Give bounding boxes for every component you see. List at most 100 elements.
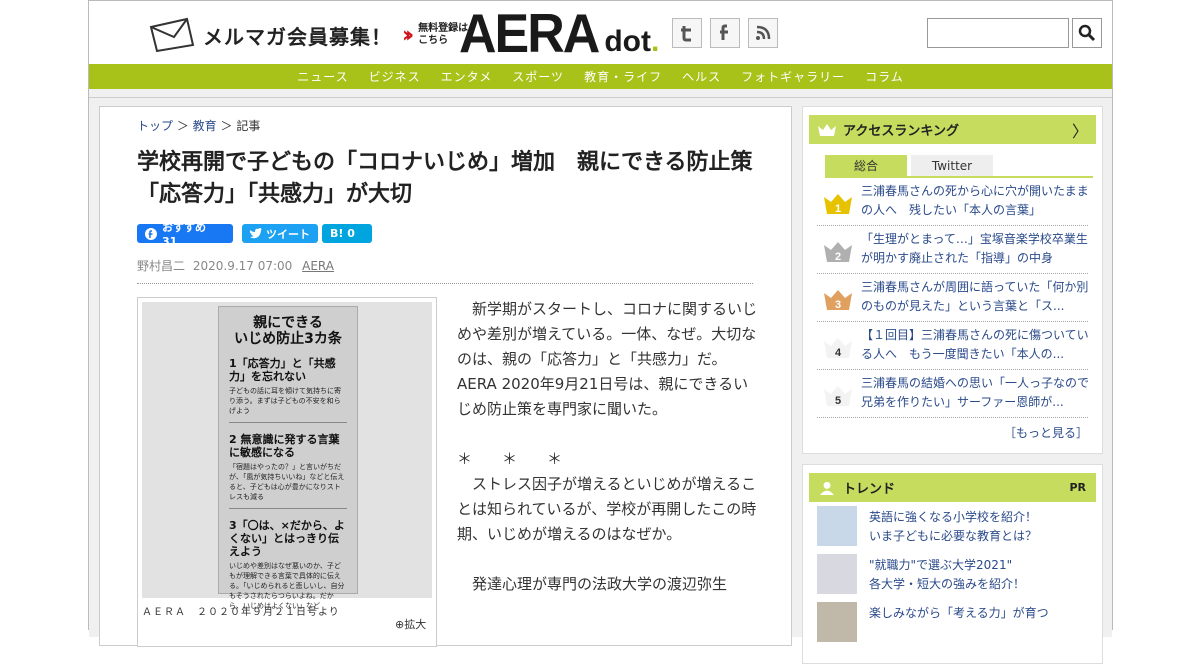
pr-badge: PR bbox=[1069, 481, 1086, 494]
facebook-recommend-button[interactable]: おすすめ 31 bbox=[137, 221, 233, 248]
trend-line2: いま子どもに必要な教育とは？ bbox=[869, 529, 1038, 543]
person-icon bbox=[820, 481, 834, 495]
rank-number: 2 bbox=[835, 251, 841, 263]
ranking-item-3[interactable]: 3 三浦春馬さんが周囲に語っていた「何か別のものが見えた」という言葉と「ス... bbox=[817, 274, 1088, 322]
crown-outline-icon: 5 bbox=[824, 386, 852, 407]
nav-news[interactable]: ニュース bbox=[287, 68, 358, 85]
trend-line1: "就職力"で選ぶ大学2021" bbox=[869, 558, 1013, 572]
facebook-icon[interactable] bbox=[710, 18, 740, 48]
paragraph: ＊ ＊ ＊ bbox=[457, 450, 563, 468]
breadcrumb-education[interactable]: 教育 bbox=[193, 119, 217, 133]
trend-panel: トレンド PR 英語に強くなる小学校を紹介！ いま子どもに必要な教育とは？ "就… bbox=[802, 464, 1103, 664]
trend-header: トレンド PR bbox=[809, 473, 1096, 502]
card-heading: 親にできる いじめ防止3カ条 bbox=[229, 315, 347, 347]
site-header: メルマガ会員募集！ ›› 無料登録は こちら AERA dot. bbox=[89, 1, 1112, 64]
ranking-item-text: 三浦春馬さんの死から心に穴が開いたままの人へ 残したい「本人の言葉」 bbox=[861, 184, 1089, 217]
silver-crown-icon: 2 bbox=[824, 242, 852, 263]
nav-entertainment[interactable]: エンタメ bbox=[431, 68, 503, 85]
chevron-right-icon: 〉 bbox=[1071, 121, 1088, 141]
card-item-title: 3「〇は、×だから、よくない」とはっきり伝えよう bbox=[229, 519, 345, 558]
paragraph bbox=[457, 422, 757, 447]
envelope-icon bbox=[149, 17, 195, 53]
card-item-3: 3「〇は、×だから、よくない」とはっきり伝えよう いじめや差別はなぜ悪いのか、子… bbox=[229, 519, 347, 611]
rank-number: 3 bbox=[835, 299, 841, 311]
logo-dot-text: dot bbox=[604, 25, 651, 58]
breadcrumb-sep-icon: ＞ bbox=[216, 119, 237, 133]
hatena-bookmark-button[interactable]: B! 0 bbox=[322, 224, 372, 243]
more-link[interactable]: ［もっと見る］ bbox=[809, 418, 1096, 441]
nav-photo-gallery[interactable]: フォトギャラリー bbox=[731, 68, 855, 85]
article-image[interactable]: 親にできる いじめ防止3カ条 1「応答力」と「共感力」を忘れない 子どもの話に耳… bbox=[142, 302, 432, 610]
nav-business[interactable]: ビジネス bbox=[359, 68, 431, 85]
ranking-item-4[interactable]: 4 【１回目】三浦春馬さんの死に傷ついている人へ もう一度聞きたい「本人の... bbox=[817, 322, 1089, 370]
rss-glyph-icon bbox=[756, 25, 771, 40]
nav-education-life[interactable]: 教育・ライフ bbox=[574, 68, 672, 85]
gold-crown-icon: 1 bbox=[824, 194, 852, 215]
tab-all[interactable]: 総合 bbox=[825, 155, 907, 176]
ranking-item-text: 【１回目】三浦春馬さんの死に傷ついている人へ もう一度聞きたい「本人の... bbox=[861, 328, 1089, 361]
rss-icon[interactable] bbox=[748, 18, 778, 48]
zoom-icon: ⊕ bbox=[395, 618, 405, 631]
paragraph: 発達心理が専門の法政大学の渡辺弥生 bbox=[457, 575, 728, 593]
site-logo[interactable]: AERA dot. bbox=[459, 3, 659, 65]
logo-dot: dot. bbox=[604, 25, 659, 59]
search-icon bbox=[1078, 24, 1096, 42]
sidebar: アクセスランキング 〉 総合 Twitter 1 三浦春馬さんの死から心に穴が開… bbox=[802, 106, 1103, 664]
trend-item-3[interactable]: 楽しみながら「考える力」が育つ bbox=[817, 598, 1096, 646]
hatena-bookmark-label: B! 0 bbox=[330, 227, 355, 240]
facebook-glyph-icon bbox=[720, 24, 728, 40]
logo-aera: AERA bbox=[459, 3, 600, 65]
bronze-crown-icon: 3 bbox=[824, 290, 852, 311]
ranking-header[interactable]: アクセスランキング 〉 bbox=[809, 115, 1096, 144]
article-publication-link[interactable]: AERA bbox=[302, 259, 334, 273]
ranking-item-text: 三浦春馬さんが周囲に語っていた「何か別のものが見えた」という言葉と「ス... bbox=[861, 280, 1089, 313]
ranking-item-text: 三浦春馬の結婚への思い「一人っ子なので兄弟を作りたい」サーファー恩師が... bbox=[861, 376, 1090, 409]
ranking-item-1[interactable]: 1 三浦春馬さんの死から心に穴が開いたままの人へ 残したい「本人の言葉」 bbox=[817, 178, 1089, 226]
card-item-title: 2 無意識に発する言葉に敏感になる bbox=[229, 433, 340, 459]
ranking-item-5[interactable]: 5 三浦春馬の結婚への思い「一人っ子なので兄弟を作りたい」サーファー恩師が... bbox=[817, 370, 1089, 418]
ranking-item-text: 「生理がとまって…」宝塚音楽学校卒業生が明かす廃止された「指導」の中身 bbox=[861, 232, 1088, 265]
mailmag-banner[interactable]: メルマガ会員募集！ ›› 無料登録は こちら bbox=[147, 15, 468, 55]
rank-number: 1 bbox=[835, 203, 841, 215]
card-divider bbox=[229, 422, 347, 423]
trend-title: トレンド bbox=[843, 482, 896, 497]
divider bbox=[137, 283, 753, 284]
card-divider bbox=[229, 508, 347, 509]
free-line2: こちら bbox=[418, 35, 449, 46]
ranking-item-2[interactable]: 2 「生理がとまって…」宝塚音楽学校卒業生が明かす廃止された「指導」の中身 bbox=[817, 226, 1088, 274]
article-body: 新学期がスタートし、コロナに関するいじめや差別が増えている。一体、なぜ。大切なの… bbox=[457, 297, 757, 597]
ranking-panel: アクセスランキング 〉 総合 Twitter 1 三浦春馬さんの死から心に穴が開… bbox=[802, 106, 1103, 454]
trend-item-1[interactable]: 英語に強くなる小学校を紹介！ いま子どもに必要な教育とは？ bbox=[817, 502, 1096, 550]
card-item-title: 1「応答力」と「共感力」を忘れない bbox=[229, 357, 336, 383]
trend-line1: 英語に強くなる小学校を紹介！ bbox=[869, 510, 1038, 524]
rank-number: 5 bbox=[835, 395, 841, 407]
tweet-button[interactable]: ツイート bbox=[242, 224, 318, 243]
crown-outline-icon: 4 bbox=[824, 338, 852, 359]
article-main: トップ ＞ 教育 ＞ 記事 学校再開で子どもの「コロナいじめ」増加 親にできる防… bbox=[99, 106, 792, 647]
trend-thumbnail bbox=[817, 506, 857, 546]
trend-line2: 各大学・短大の強みを紹介！ bbox=[869, 577, 1026, 591]
content-area: トップ ＞ 教育 ＞ 記事 学校再開で子どもの「コロナいじめ」増加 親にできる防… bbox=[89, 97, 1112, 664]
facebook-circle-icon bbox=[145, 227, 157, 240]
tweet-label: ツイート bbox=[266, 227, 310, 241]
twitter-bird-icon bbox=[250, 228, 262, 239]
page-frame: メルマガ会員募集！ ›› 無料登録は こちら AERA dot. ニュース ビジ… bbox=[88, 0, 1113, 664]
tab-twitter[interactable]: Twitter bbox=[911, 155, 993, 176]
nav-sports[interactable]: スポーツ bbox=[502, 68, 574, 85]
crown-icon bbox=[818, 123, 836, 136]
nav-health[interactable]: ヘルス bbox=[672, 68, 731, 85]
nav-column[interactable]: コラム bbox=[855, 68, 914, 85]
card-item-1: 1「応答力」と「共感力」を忘れない 子どもの話に耳を傾けて気持ちに寄り添う。まず… bbox=[229, 357, 347, 416]
twitter-icon[interactable] bbox=[672, 18, 702, 48]
ranking-title: アクセスランキング bbox=[843, 124, 959, 139]
ranking-tabs: 総合 Twitter bbox=[825, 155, 1093, 178]
paragraph bbox=[457, 547, 757, 572]
paragraph: 新学期がスタートし、コロナに関するいじめや差別が増えている。一体、なぜ。大切なの… bbox=[457, 300, 758, 418]
breadcrumb-top[interactable]: トップ bbox=[137, 119, 173, 133]
trend-item-2[interactable]: "就職力"で選ぶ大学2021" 各大学・短大の強みを紹介！ bbox=[817, 550, 1096, 598]
card-heading-line2: いじめ防止3カ条 bbox=[234, 331, 342, 347]
search-button[interactable] bbox=[1072, 18, 1102, 48]
card-item-sub: 子どもの話に耳を傾けて気持ちに寄り添う。まずは子どもの不安を和らげよう bbox=[229, 387, 341, 415]
search-input[interactable] bbox=[927, 18, 1069, 48]
trend-line1: 楽しみながら「考える力」が育つ bbox=[869, 606, 1049, 620]
